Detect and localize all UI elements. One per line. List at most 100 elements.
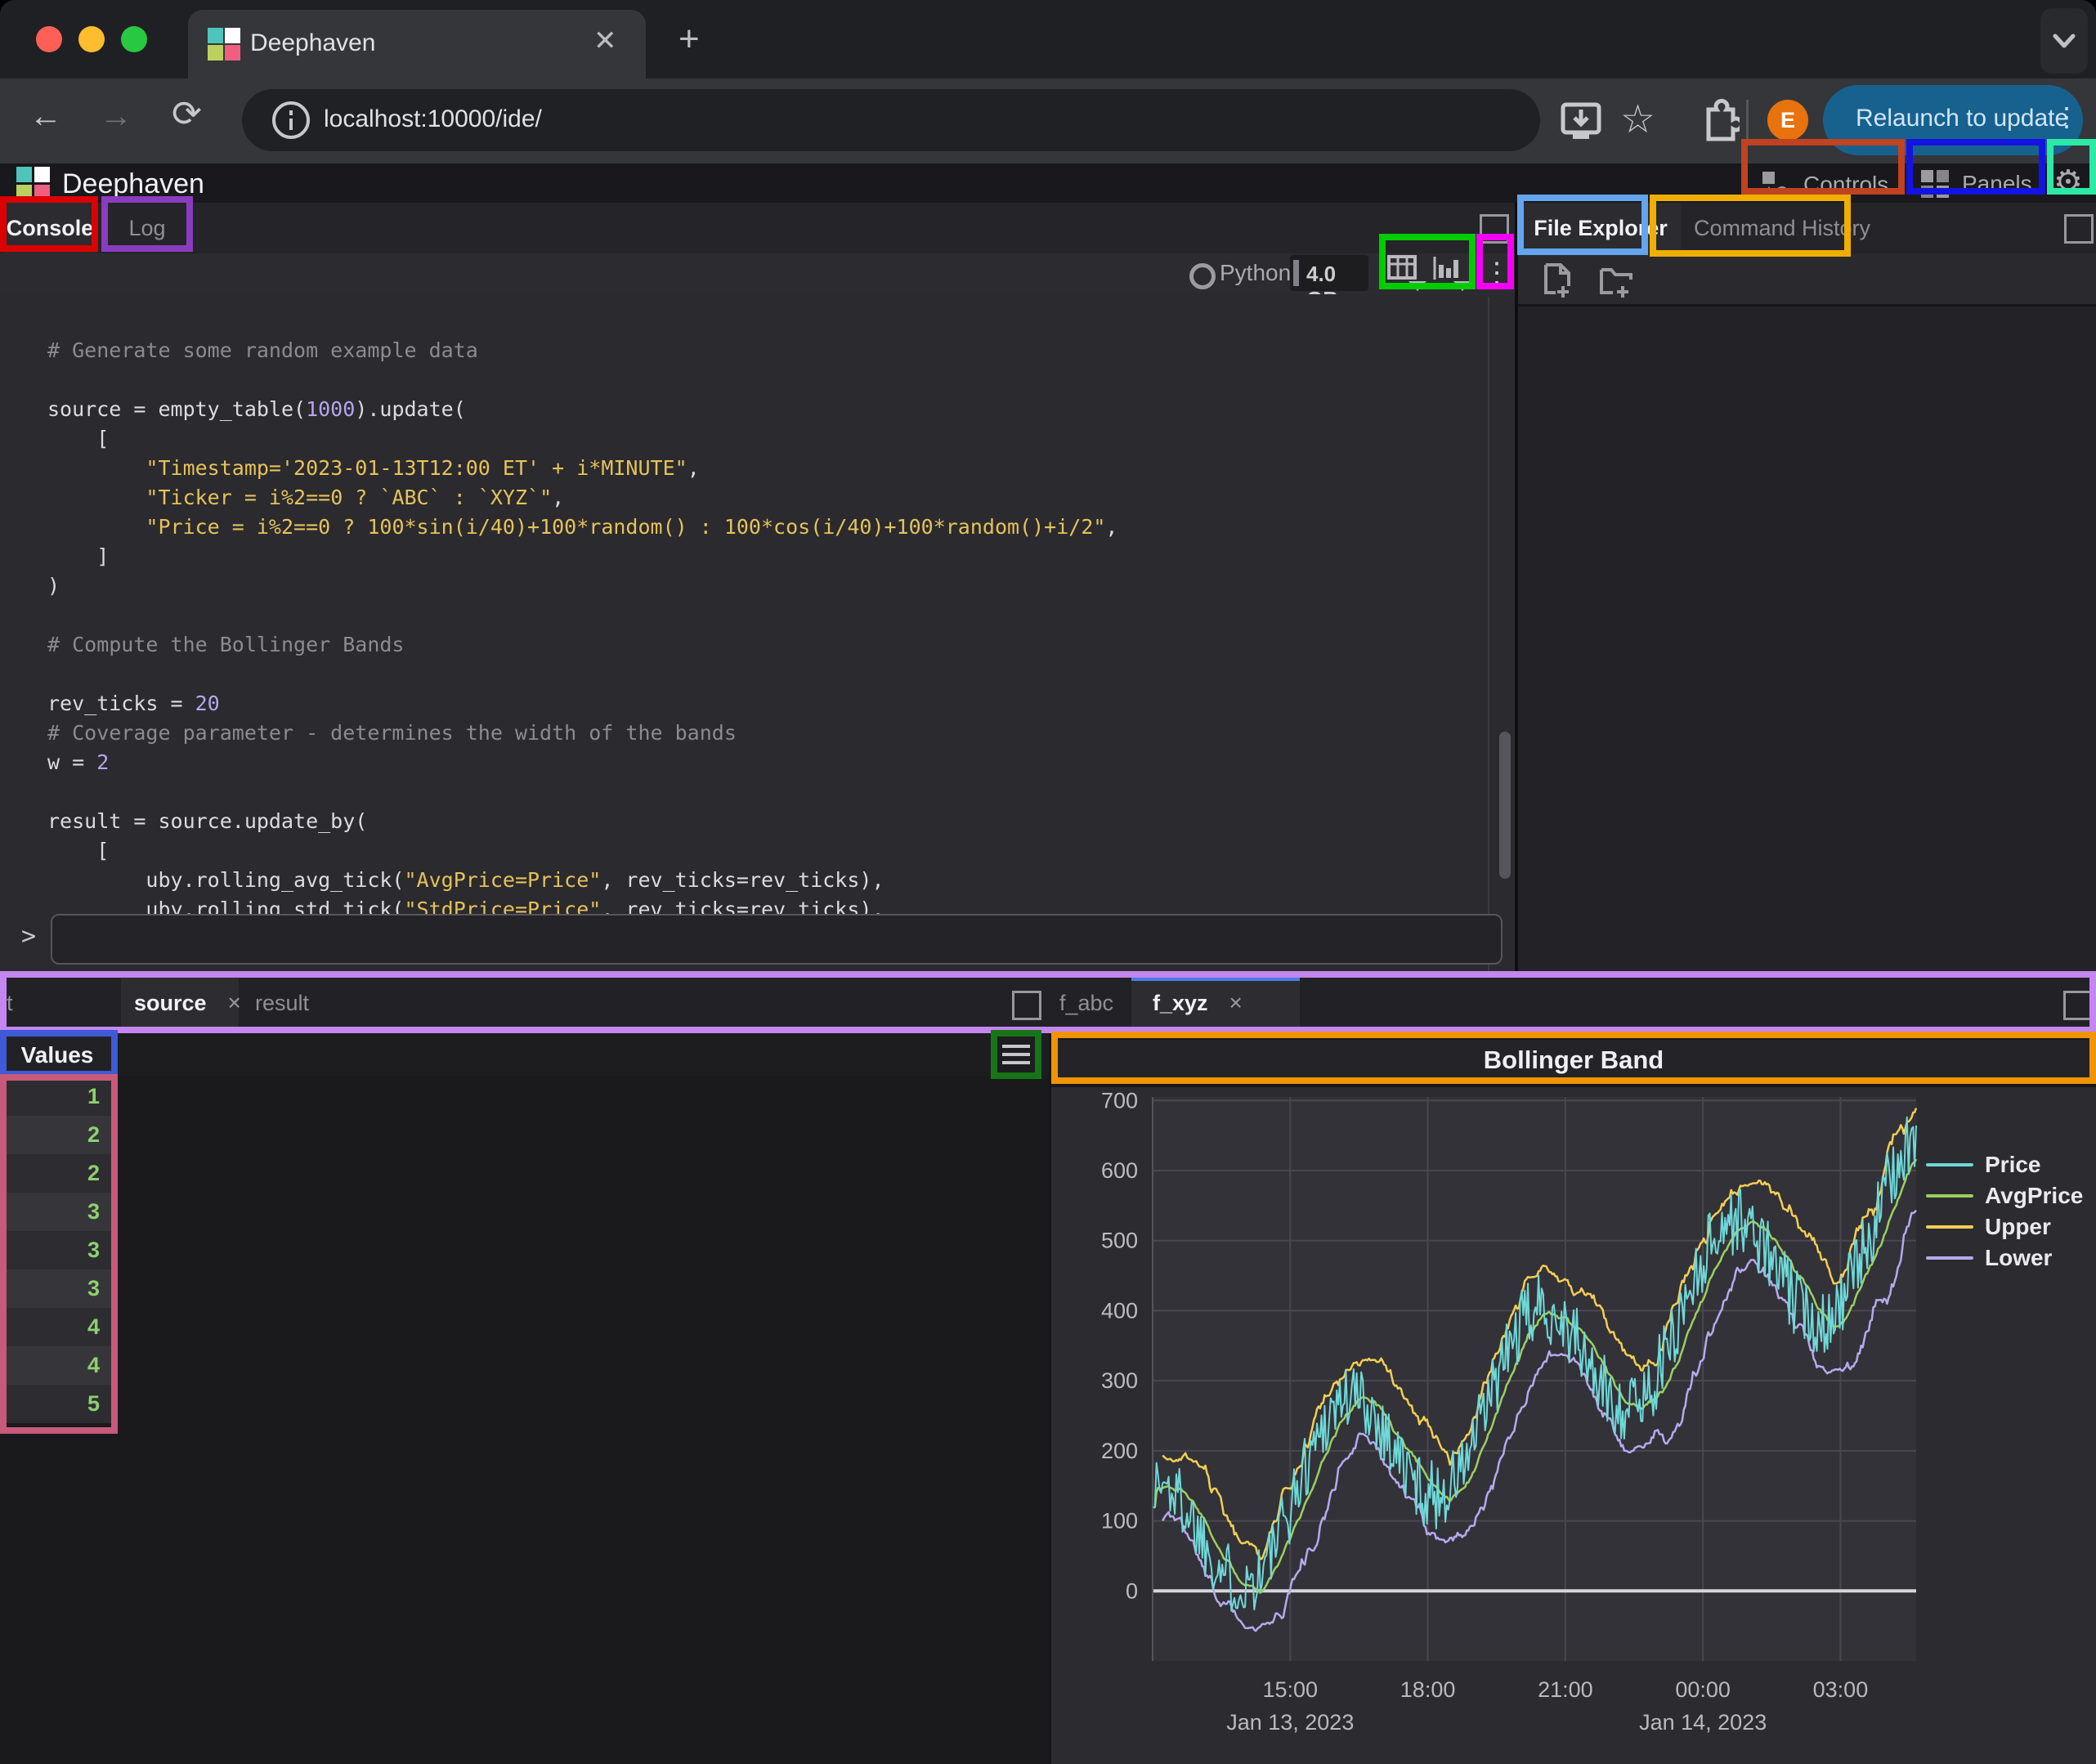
editor-scrollbar-track (1488, 297, 1489, 974)
svg-text:700: 700 (1101, 1088, 1138, 1113)
svg-text:500: 500 (1101, 1229, 1138, 1253)
panels-label: Panels (1962, 171, 2032, 197)
console-tab-row: Console Log (0, 203, 1515, 253)
tab-partial-t[interactable]: t (0, 978, 39, 1028)
values-table-panel: Values 122333445 (0, 1028, 1049, 1764)
browser-tab-title: Deephaven (250, 29, 375, 57)
reload-icon[interactable]: ⟳ (172, 93, 202, 135)
table-row[interactable]: 4 (0, 1308, 114, 1346)
traffic-light-zoom[interactable] (121, 26, 147, 52)
svg-text:21:00: 21:00 (1538, 1677, 1593, 1702)
tab-f-abc[interactable]: f_abc (1050, 978, 1128, 1028)
svg-text:03:00: 03:00 (1813, 1677, 1869, 1702)
bookmark-star-icon[interactable]: ☆ (1620, 96, 1655, 142)
legend-item-price[interactable]: Price (1926, 1149, 2083, 1180)
table-dropdown-button[interactable] (1387, 255, 1430, 293)
legend-swatch (1926, 1163, 1973, 1166)
browser-toolbar: ← → ⟳ localhost:10000/ide/ ☆ E Relaunch … (0, 78, 2096, 163)
active-tab-indicator (1131, 978, 1300, 981)
svg-text:00:00: 00:00 (1675, 1677, 1731, 1702)
table-row[interactable]: 3 (0, 1231, 114, 1269)
editor-scrollbar-thumb[interactable] (1499, 732, 1511, 879)
close-icon[interactable]: × (228, 990, 241, 1016)
legend-item-upper[interactable]: Upper (1926, 1211, 2083, 1242)
table-row[interactable]: 3 (0, 1193, 114, 1231)
back-icon[interactable]: ← (29, 98, 62, 135)
svg-text:100: 100 (1101, 1509, 1138, 1533)
explorer-maximize-icon[interactable] (2064, 214, 2094, 244)
screen: Deephaven ✕ + ← → ⟳ localhost:10000/ide/… (0, 0, 2096, 1764)
relaunch-menu-icon[interactable]: ⋮ (2053, 101, 2080, 132)
values-column-header[interactable]: Values (0, 1035, 114, 1076)
toolbar-divider (1746, 100, 1749, 142)
console-toolbar: Python 4.0 GB ⋮ (0, 253, 1515, 294)
tab-result[interactable]: result (242, 978, 347, 1028)
extensions-icon[interactable] (1697, 98, 1740, 144)
close-icon[interactable]: × (1229, 990, 1243, 1016)
svg-text:Jan 13, 2023: Jan 13, 2023 (1226, 1710, 1354, 1735)
svg-text:Jan 14, 2023: Jan 14, 2023 (1639, 1710, 1767, 1735)
chart-title: Bollinger Band (1058, 1040, 2089, 1081)
panels-button[interactable]: Panels (1919, 168, 2032, 199)
legend-item-avgprice[interactable]: AvgPrice (1926, 1180, 2083, 1211)
tab-close-icon[interactable]: ✕ (593, 25, 617, 57)
table-row[interactable]: 1 (0, 1077, 114, 1116)
tab-source[interactable]: source × (121, 978, 239, 1028)
chart-body[interactable]: 010020030040050060070015:0018:0021:0000:… (1051, 1087, 2096, 1764)
profile-avatar[interactable]: E (1767, 100, 1808, 141)
table-row[interactable]: 3 (0, 1269, 114, 1308)
traffic-light-minimize[interactable] (78, 26, 105, 52)
tab-f-xyz[interactable]: f_xyz × (1131, 978, 1300, 1028)
table-row[interactable]: 2 (0, 1154, 114, 1193)
address-bar[interactable]: localhost:10000/ide/ (242, 89, 1540, 151)
controls-label: Controls (1803, 172, 1888, 198)
chart-panel: Bollinger Band 010020030040050060070015:… (1051, 1028, 2096, 1764)
table-row[interactable]: 5 (0, 1385, 114, 1423)
table-row[interactable]: 4 (0, 1346, 114, 1385)
svg-text:600: 600 (1101, 1158, 1138, 1183)
settings-gear-icon[interactable]: ⚙ (2053, 163, 2083, 201)
new-folder-icon[interactable] (1598, 262, 1637, 298)
tab-log[interactable]: Log (105, 203, 190, 253)
chart-panel-maximize-icon[interactable] (2063, 991, 2093, 1020)
tab-file-explorer[interactable]: File Explorer (1520, 203, 1681, 253)
url-text: localhost:10000/ide/ (324, 105, 542, 133)
svg-text:0: 0 (1126, 1578, 1138, 1603)
forward-icon[interactable]: → (100, 98, 132, 135)
code-content[interactable]: # Generate some random example data sour… (47, 336, 1117, 954)
relaunch-label: Relaunch to update (1856, 105, 2068, 132)
traffic-light-close[interactable] (36, 26, 62, 52)
relaunch-button[interactable]: Relaunch to update ⋮ (1823, 85, 2083, 155)
console-maximize-icon[interactable] (1480, 214, 1509, 244)
svg-text:400: 400 (1101, 1298, 1138, 1323)
legend-item-lower[interactable]: Lower (1926, 1242, 2083, 1274)
table-panel-maximize-icon[interactable] (1012, 991, 1041, 1020)
app-header: Deephaven Controls Panels ⚙ (0, 163, 2096, 206)
deephaven-logo-icon (16, 167, 51, 201)
legend-swatch (1926, 1194, 1973, 1198)
panels-grid-icon (1919, 168, 1950, 199)
code-editor[interactable]: # Generate some random example data sour… (0, 294, 1515, 974)
panel-divider[interactable] (1515, 203, 1518, 974)
tab-search-button[interactable] (2040, 8, 2088, 74)
table-row[interactable]: 2 (0, 1116, 114, 1154)
chart-dropdown-button[interactable] (1432, 255, 1475, 293)
legend-swatch (1926, 1256, 1973, 1260)
tab-console[interactable]: Console (3, 203, 96, 253)
controls-button[interactable]: Controls (1758, 168, 1888, 201)
console-input[interactable] (51, 914, 1503, 965)
console-overflow-menu-icon[interactable]: ⋮ (1483, 257, 1511, 289)
memory-usage: 4.0 GB (1290, 255, 1368, 291)
browser-tab-bar: Deephaven ✕ + (0, 0, 2096, 78)
chart-legend: Price AvgPrice Upper Lower (1926, 1149, 2083, 1274)
tab-command-history[interactable]: Command History (1684, 203, 1880, 253)
new-file-icon[interactable] (1541, 262, 1577, 298)
site-info-icon[interactable] (271, 101, 311, 140)
new-tab-icon[interactable]: + (679, 25, 700, 54)
file-explorer-body[interactable] (1518, 307, 2096, 974)
table-menu-hamburger-icon[interactable] (1002, 1045, 1030, 1066)
chevron-down-icon (2040, 8, 2088, 74)
file-explorer-toolbar (1518, 253, 2096, 304)
browser-tab[interactable]: Deephaven ✕ (188, 10, 646, 78)
install-app-icon[interactable] (1560, 98, 1602, 144)
